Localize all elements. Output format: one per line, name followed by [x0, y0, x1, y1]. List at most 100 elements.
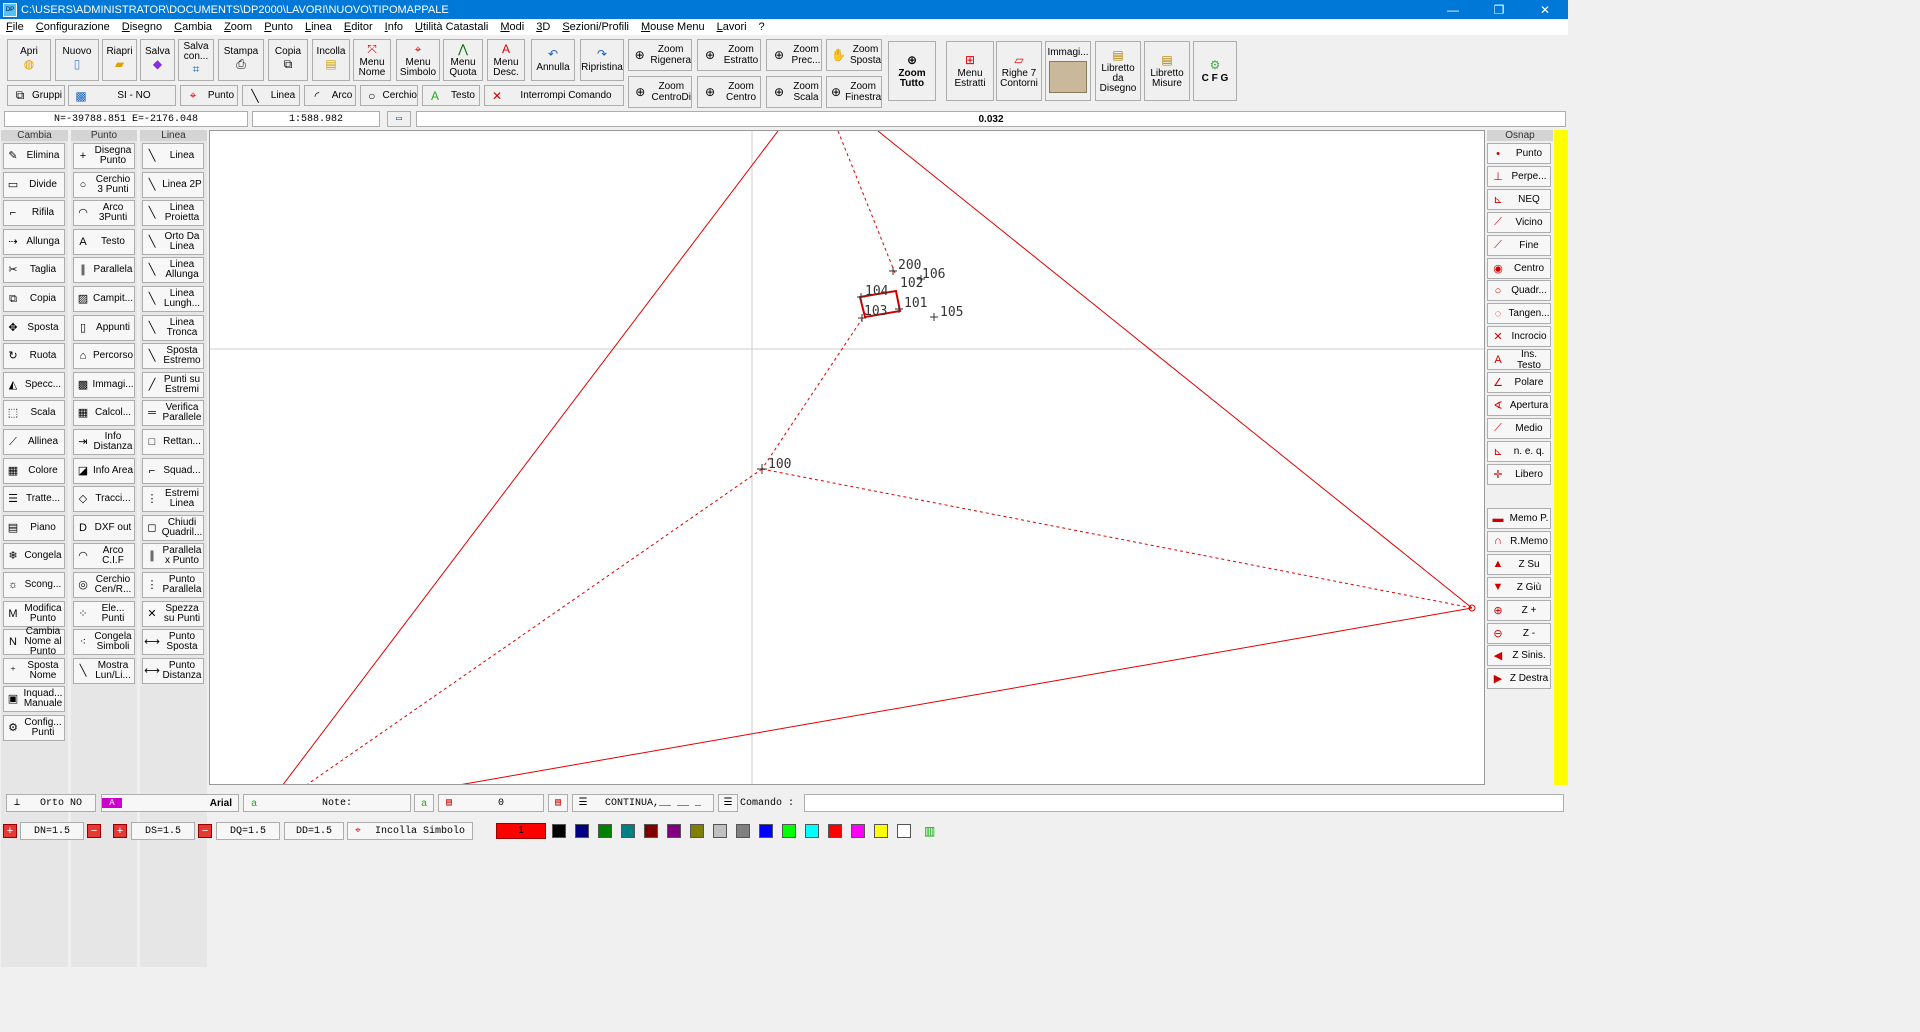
zoom-estratto-button[interactable]: ⊕ Zoom Estratto [697, 39, 761, 71]
incolla-simbolo-button[interactable]: ⌖ Incolla Simbolo [347, 822, 473, 840]
linea-button-14[interactable]: ∥ Parallela x Punto [142, 543, 204, 570]
layer-selector[interactable]: ▤ 0 [438, 794, 544, 812]
cambia-button-1[interactable]: ▭ Divide [3, 171, 65, 198]
menu-item-12[interactable]: Sezioni/Profili [556, 21, 635, 33]
cambia-button-17[interactable]: N Cambia Nome al Punto [3, 627, 65, 657]
color-swatch[interactable] [575, 824, 589, 838]
menu-item-15[interactable]: ? [753, 21, 771, 33]
linetype-selector[interactable]: ☰ CONTINUA,__ __ _ [572, 794, 714, 812]
menu-item-10[interactable]: Modi [494, 21, 530, 33]
layer-manager-button[interactable]: ▤ [548, 794, 568, 812]
menu-nome-button[interactable]: ⤧ Menu Nome [353, 39, 391, 81]
incolla-button[interactable]: Incolla ▤ [312, 39, 350, 81]
punto-button-13[interactable]: D DXF out [73, 514, 135, 541]
close-button[interactable]: ✕ [1522, 0, 1568, 19]
punto-button-9[interactable]: ▦ Calcol... [73, 400, 135, 427]
menu-item-2[interactable]: Disegno [116, 21, 168, 33]
punto-button-10[interactable]: ⇥ Info Distanza [73, 429, 135, 455]
ds-plus-button[interactable]: + [113, 824, 127, 838]
linea-button-12[interactable]: ⋮ Estremi Linea [142, 486, 204, 513]
drawing-svg[interactable]: 200 106 104 102 101 103 105 100 [210, 131, 1485, 785]
linea-button-16[interactable]: ✕ Spezza su Punti [142, 600, 204, 627]
view-button-5[interactable]: ⊖ Z - [1487, 622, 1551, 644]
nuovo-button[interactable]: Nuovo ▯ [55, 39, 99, 81]
osnap-button-8[interactable]: ✕ Incrocio [1487, 326, 1551, 348]
salva-con-button[interactable]: Salva con... ⌗ [178, 39, 214, 81]
annulla-button[interactable]: ↶ Annulla [531, 39, 575, 81]
punto-button-3[interactable]: A Testo [73, 228, 135, 255]
cambia-button-5[interactable]: ⧉ Copia [3, 286, 65, 312]
punto-button-0[interactable]: + Disegna Punto [73, 143, 135, 169]
osnap-button-1[interactable]: ⊥ Perpe... [1487, 165, 1551, 187]
menu-item-3[interactable]: Cambia [168, 21, 218, 33]
zoom-centro-button[interactable]: ⊕ Zoom Centro [697, 76, 761, 108]
osnap-button-6[interactable]: ○ Quadr... [1487, 280, 1551, 302]
menu-quota-button[interactable]: ⋀ Menu Quota [443, 39, 483, 81]
menu-item-13[interactable]: Mouse Menu [635, 21, 711, 33]
punto-button-18[interactable]: ╲ Mostra Lun/Li... [73, 657, 135, 684]
linea-button-6[interactable]: ╲ Linea Tronca [142, 314, 204, 341]
osnap-button-7[interactable]: ◌ Tangen... [1487, 303, 1551, 325]
monitor-button[interactable]: ▭ [387, 111, 411, 127]
punto-button-2[interactable]: ◠ Arco 3Punti [73, 200, 135, 227]
cambia-button-0[interactable]: ✎ Elimina [3, 143, 65, 169]
menu-item-6[interactable]: Linea [299, 21, 338, 33]
linea-tool-button[interactable]: ╲ Linea [242, 85, 300, 106]
menu-simbolo-button[interactable]: ⌖ Menu Simbolo [396, 39, 440, 81]
osnap-button-13[interactable]: ⊾ n. e. q. [1487, 440, 1551, 462]
current-color-button[interactable]: 1 [496, 823, 546, 839]
view-button-4[interactable]: ⊕ Z + [1487, 599, 1551, 621]
color-swatch[interactable] [552, 824, 566, 838]
linea-button-7[interactable]: ╲ Sposta Estremo [142, 343, 204, 370]
immagini-button[interactable]: Immagi... [1045, 41, 1091, 101]
apri-button[interactable]: Apri ◍ [7, 39, 51, 81]
font-selector[interactable]: A Arial [101, 794, 239, 812]
linea-button-13[interactable]: ◻ Chiudi Quadril... [142, 514, 204, 541]
riapri-button[interactable]: Riapri ▰ [102, 39, 137, 81]
menu-item-9[interactable]: Utilità Catastali [409, 21, 494, 33]
osnap-button-0[interactable]: • Punto [1487, 143, 1551, 164]
cambia-button-3[interactable]: ⇢ Allunga [3, 228, 65, 255]
gruppi-button[interactable]: ⧉ Gruppi [7, 85, 65, 106]
punto-button-14[interactable]: ◠ Arco C.I.F [73, 543, 135, 570]
drawing-canvas[interactable]: 200 106 104 102 101 103 105 100 [209, 130, 1485, 785]
punto-button-7[interactable]: ⌂ Percorso [73, 343, 135, 370]
view-button-0[interactable]: ▬ Memo P. [1487, 508, 1551, 529]
osnap-button-14[interactable]: ✛ Libero [1487, 463, 1551, 485]
menu-item-1[interactable]: Configurazione [30, 21, 116, 33]
maximize-button[interactable]: ❐ [1476, 0, 1522, 19]
text-color-button[interactable]: a [414, 794, 434, 812]
libretto-disegno-button[interactable]: ▤ Libretto da Disegno [1095, 41, 1141, 101]
osnap-button-4[interactable]: ⟋ Fine [1487, 234, 1551, 256]
cambia-button-8[interactable]: ◭ Specc... [3, 371, 65, 398]
menu-item-4[interactable]: Zoom [218, 21, 258, 33]
color-swatch[interactable] [598, 824, 612, 838]
zoom-rigenera-button[interactable]: ⊕ Zoom Rigenera [628, 39, 692, 71]
color-swatch[interactable] [736, 824, 750, 838]
view-button-1[interactable]: ∩ R.Memo [1487, 530, 1551, 552]
cfg-button[interactable]: ⚙ C F G [1193, 41, 1237, 101]
punto-button-12[interactable]: ◇ Tracci... [73, 486, 135, 513]
menu-estratti-button[interactable]: ⊞ Menu Estratti [946, 41, 994, 101]
cambia-button-9[interactable]: ⬚ Scala [3, 400, 65, 427]
dn-plus-button[interactable]: + [3, 824, 17, 838]
color-swatch[interactable] [644, 824, 658, 838]
dn-minus-button[interactable]: − [87, 824, 101, 838]
interrompi-comando-button[interactable]: ✕ Interrompi Comando [484, 85, 624, 106]
zoom-centrodi-button[interactable]: ⊕ Zoom CentroDi [628, 76, 692, 108]
color-swatch[interactable] [828, 824, 842, 838]
color-swatch[interactable] [805, 824, 819, 838]
linea-button-1[interactable]: ╲ Linea 2P [142, 171, 204, 198]
osnap-button-3[interactable]: ⟋ Vicino [1487, 211, 1551, 233]
copia-button[interactable]: Copia ⧉ [268, 39, 308, 81]
menu-item-7[interactable]: Editor [338, 21, 379, 33]
view-button-2[interactable]: ▲ Z Su [1487, 553, 1551, 575]
cambia-button-15[interactable]: ☼ Scong... [3, 572, 65, 598]
view-button-7[interactable]: ▶ Z Destra [1487, 668, 1551, 690]
punto-button-15[interactable]: ◎ Cerchio Cen/R... [73, 572, 135, 598]
cambia-button-6[interactable]: ✥ Sposta [3, 314, 65, 341]
linea-button-4[interactable]: ╲ Linea Allunga [142, 257, 204, 284]
linea-button-0[interactable]: ╲ Linea [142, 143, 204, 169]
cambia-button-4[interactable]: ✂ Taglia [3, 257, 65, 284]
color-swatch[interactable] [690, 824, 704, 838]
